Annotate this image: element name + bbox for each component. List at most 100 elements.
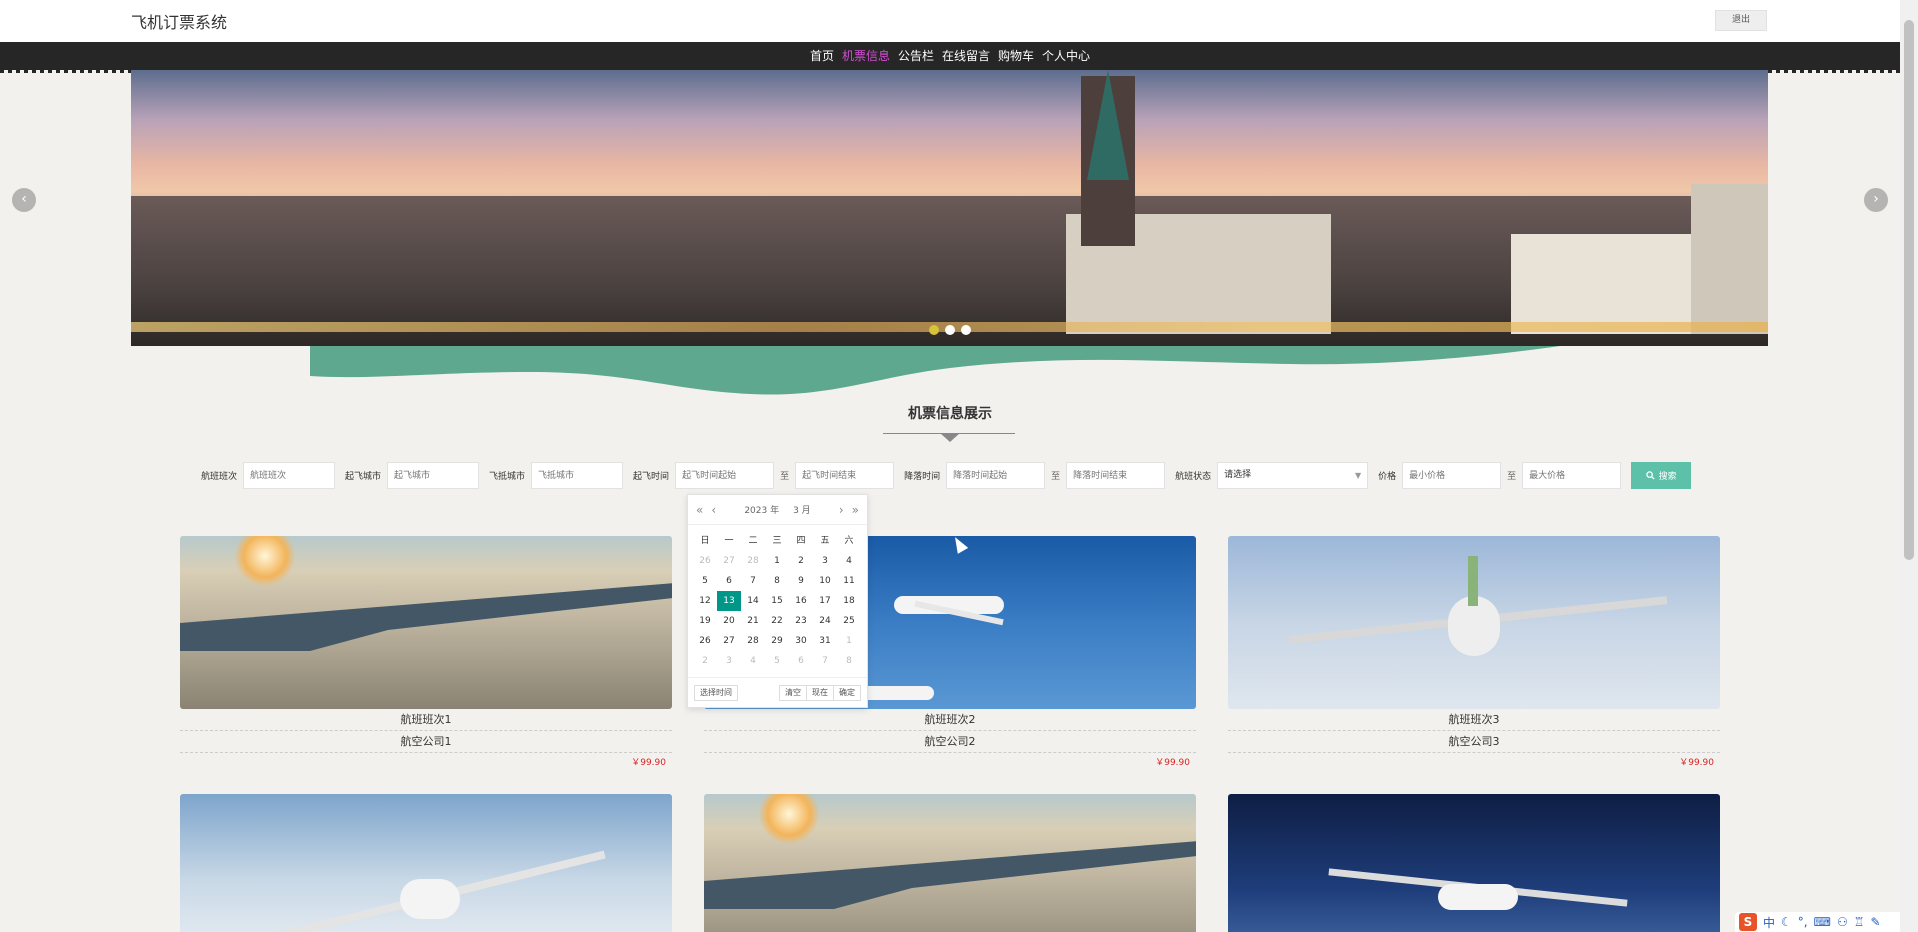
- confirm-button[interactable]: 确定: [834, 684, 861, 701]
- user-icon[interactable]: ⚇: [1837, 915, 1848, 929]
- ime-mode[interactable]: 中: [1763, 914, 1775, 931]
- prev-year-icon[interactable]: «: [696, 503, 703, 517]
- flight-image[interactable]: [180, 794, 672, 932]
- date-cell[interactable]: 2: [789, 551, 813, 571]
- select-time-button[interactable]: 选择时间: [694, 684, 738, 701]
- flight-image[interactable]: [1228, 794, 1720, 932]
- logout-button[interactable]: 退出: [1715, 10, 1767, 31]
- search-button[interactable]: 搜索: [1631, 462, 1692, 489]
- date-cell[interactable]: 24: [813, 611, 837, 631]
- flight-card[interactable]: [704, 794, 1196, 932]
- date-cell[interactable]: 29: [765, 631, 789, 651]
- date-cell[interactable]: 23: [789, 611, 813, 631]
- date-cell[interactable]: 1: [837, 631, 861, 651]
- date-cell[interactable]: 6: [789, 651, 813, 671]
- date-cell[interactable]: 6: [717, 571, 741, 591]
- range-separator: 至: [780, 472, 790, 482]
- date-cell[interactable]: 10: [813, 571, 837, 591]
- land-time-end-input[interactable]: [1066, 462, 1166, 489]
- date-cell[interactable]: 1: [765, 551, 789, 571]
- date-cell[interactable]: 26: [693, 551, 717, 571]
- carousel-dot[interactable]: [961, 325, 971, 335]
- date-cell[interactable]: 8: [765, 571, 789, 591]
- land-time-start-input[interactable]: [946, 462, 1046, 489]
- date-cell[interactable]: 22: [765, 611, 789, 631]
- date-cell[interactable]: 21: [741, 611, 765, 631]
- date-picker-year[interactable]: 2023 年: [744, 503, 779, 516]
- date-cell[interactable]: 28: [741, 631, 765, 651]
- date-cell[interactable]: 15: [765, 591, 789, 611]
- page-scrollbar[interactable]: [1900, 0, 1918, 932]
- date-cell[interactable]: 18: [837, 591, 861, 611]
- shirt-icon[interactable]: ♖: [1854, 915, 1865, 929]
- depart-city-input[interactable]: [387, 462, 480, 489]
- flight-name: 航班班次1: [180, 709, 672, 731]
- depart-time-label: 起飞时间: [633, 472, 670, 482]
- date-cell[interactable]: 16: [789, 591, 813, 611]
- next-month-icon[interactable]: ›: [839, 503, 844, 517]
- now-button[interactable]: 现在: [807, 684, 834, 701]
- date-cell[interactable]: 4: [837, 551, 861, 571]
- nav-item-home[interactable]: 首页: [806, 42, 838, 70]
- flight-card[interactable]: [180, 794, 672, 932]
- date-cell[interactable]: 5: [693, 571, 717, 591]
- date-cell[interactable]: 13: [717, 591, 741, 611]
- date-picker-month[interactable]: 3 月: [793, 503, 811, 516]
- nav-item-tickets[interactable]: 机票信息: [838, 42, 894, 70]
- depart-time-start-input[interactable]: [675, 462, 775, 489]
- date-cell[interactable]: 27: [717, 551, 741, 571]
- nav-item-messages[interactable]: 在线留言: [938, 42, 994, 70]
- price-min-input[interactable]: [1402, 462, 1502, 489]
- scrollbar-thumb[interactable]: [1904, 20, 1914, 560]
- price-max-input[interactable]: [1522, 462, 1622, 489]
- flight-card[interactable]: 航班班次3 航空公司3 ￥99.90: [1228, 536, 1720, 773]
- carousel-dot[interactable]: [929, 325, 939, 335]
- carousel-next-icon[interactable]: ›: [1864, 188, 1888, 212]
- date-cell[interactable]: 9: [789, 571, 813, 591]
- flight-image[interactable]: [180, 536, 672, 709]
- carousel-dot[interactable]: [945, 325, 955, 335]
- banner-carousel[interactable]: [131, 70, 1768, 346]
- nav-item-cart[interactable]: 购物车: [994, 42, 1038, 70]
- date-cell[interactable]: 25: [837, 611, 861, 631]
- date-cell[interactable]: 17: [813, 591, 837, 611]
- nav-item-profile[interactable]: 个人中心: [1038, 42, 1094, 70]
- date-cell[interactable]: 19: [693, 611, 717, 631]
- date-cell[interactable]: 20: [717, 611, 741, 631]
- date-cell[interactable]: 7: [813, 651, 837, 671]
- date-cell[interactable]: 27: [717, 631, 741, 651]
- flight-card[interactable]: 航班班次1 航空公司1 ￥99.90: [180, 536, 672, 773]
- date-cell[interactable]: 31: [813, 631, 837, 651]
- flight-card[interactable]: [1228, 794, 1720, 932]
- punctuation-icon[interactable]: °,: [1798, 915, 1808, 929]
- depart-time-end-input[interactable]: [795, 462, 895, 489]
- flight-price: ￥99.90: [631, 758, 666, 768]
- flight-no-input[interactable]: [243, 462, 336, 489]
- date-cell[interactable]: 2: [693, 651, 717, 671]
- moon-icon[interactable]: ☾: [1781, 915, 1792, 929]
- status-select[interactable]: 请选择 ▼: [1217, 462, 1369, 489]
- date-cell[interactable]: 14: [741, 591, 765, 611]
- flight-image[interactable]: [704, 794, 1196, 932]
- date-cell[interactable]: 26: [693, 631, 717, 651]
- date-cell[interactable]: 8: [837, 651, 861, 671]
- next-year-icon[interactable]: »: [852, 503, 859, 517]
- prev-month-icon[interactable]: ‹: [711, 503, 716, 517]
- wrench-icon[interactable]: ✎: [1870, 915, 1880, 929]
- date-cell[interactable]: 30: [789, 631, 813, 651]
- date-cell[interactable]: 12: [693, 591, 717, 611]
- carousel-prev-icon[interactable]: ‹: [12, 188, 36, 212]
- date-cell[interactable]: 3: [813, 551, 837, 571]
- arrive-city-input[interactable]: [531, 462, 624, 489]
- date-cell[interactable]: 3: [717, 651, 741, 671]
- date-cell[interactable]: 28: [741, 551, 765, 571]
- flight-image[interactable]: [1228, 536, 1720, 709]
- clear-button[interactable]: 清空: [779, 684, 807, 701]
- ime-logo-icon[interactable]: S: [1739, 913, 1757, 931]
- date-cell[interactable]: 11: [837, 571, 861, 591]
- date-cell[interactable]: 4: [741, 651, 765, 671]
- date-cell[interactable]: 5: [765, 651, 789, 671]
- nav-item-notice[interactable]: 公告栏: [894, 42, 938, 70]
- keyboard-icon[interactable]: ⌨: [1814, 915, 1831, 929]
- date-cell[interactable]: 7: [741, 571, 765, 591]
